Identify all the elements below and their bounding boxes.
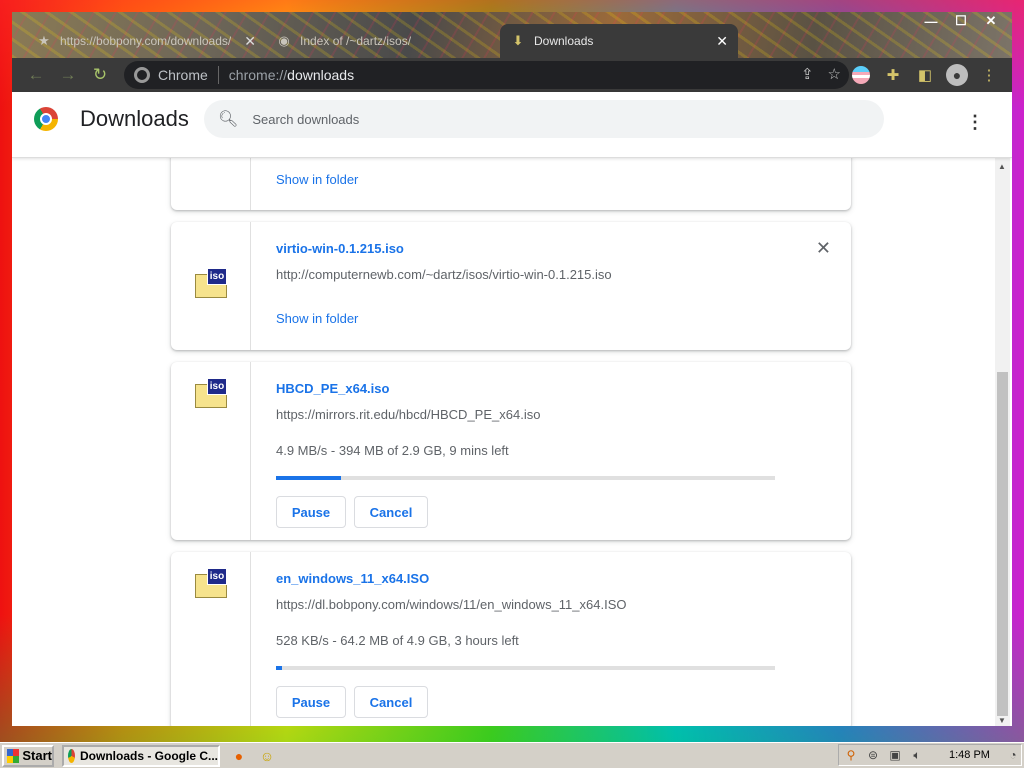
- bookmark-star-icon: ★: [38, 33, 50, 48]
- chrome-site-icon: [134, 67, 150, 83]
- url-scheme: chrome://: [228, 67, 288, 83]
- tab-close-icon[interactable]: ✕: [716, 33, 728, 50]
- download-progress-bar: [276, 476, 775, 480]
- pause-button[interactable]: Pause: [276, 686, 346, 718]
- iso-file-icon: iso: [195, 268, 227, 298]
- extensions-puzzle-icon[interactable]: ✚: [882, 61, 904, 89]
- download-progress-fill: [276, 666, 283, 670]
- scroll-down-arrow-icon[interactable]: ▼: [998, 716, 1006, 725]
- chrome-logo-icon: [34, 107, 58, 131]
- download-card-partial: Show in folder: [171, 158, 851, 210]
- scroll-up-arrow-icon[interactable]: ▲: [998, 162, 1006, 171]
- tab-index-isos[interactable]: ◉ Index of /~dartz/isos/: [266, 24, 500, 58]
- search-icon: 🔍︎: [218, 111, 239, 128]
- profile-avatar-icon[interactable]: ●: [946, 64, 968, 86]
- system-tray: ⚲ ⊜ ▣ 🔈︎ 1:48 PM ◔: [838, 744, 1022, 766]
- tab-downloads[interactable]: ⬇ Downloads ✕: [500, 24, 738, 58]
- show-in-folder-link[interactable]: Show in folder: [276, 311, 358, 326]
- download-status: 4.9 MB/s - 394 MB of 2.9 GB, 9 mins left: [276, 443, 509, 458]
- scrollbar-thumb[interactable]: [997, 372, 1008, 716]
- flag-extension-icon[interactable]: [850, 61, 872, 89]
- download-filename-link[interactable]: HBCD_PE_x64.iso: [276, 381, 389, 396]
- close-button[interactable]: ✕: [976, 12, 1006, 30]
- windows-logo-icon: [7, 748, 20, 763]
- search-tray-icon[interactable]: ⚲: [843, 747, 859, 763]
- address-bar[interactable]: Chrome chrome:// downloads ⇪ ☆: [124, 61, 849, 89]
- download-card: iso virtio-win-0.1.215.iso ✕ http://comp…: [171, 222, 851, 350]
- chrome-menu-icon[interactable]: ⋮: [978, 61, 1000, 89]
- chrome-window: ★ https://bobpony.com/downloads/ ✕ ◉ Ind…: [12, 12, 1012, 726]
- clock: 1:48 PM: [949, 749, 990, 761]
- taskbar-item-chrome[interactable]: Downloads - Google C...: [62, 744, 220, 767]
- share-icon[interactable]: ⇪: [801, 65, 814, 83]
- download-card: iso HBCD_PE_x64.iso https://mirrors.rit.…: [171, 362, 851, 540]
- download-icon: ⬇: [512, 33, 524, 48]
- bookmark-star-icon[interactable]: ☆: [828, 65, 841, 83]
- iso-file-icon: iso: [195, 568, 227, 598]
- remove-close-icon[interactable]: ✕: [816, 238, 831, 259]
- globe-icon: ◉: [278, 33, 290, 48]
- chrome-icon: [68, 748, 75, 763]
- download-url[interactable]: http://computernewb.com/~dartz/isos/virt…: [276, 267, 612, 282]
- download-status: 528 KB/s - 64.2 MB of 4.9 GB, 3 hours le…: [276, 633, 519, 648]
- download-card: iso en_windows_11_x64.ISO https://dl.bob…: [171, 552, 851, 726]
- download-progress-fill: [276, 476, 341, 480]
- show-in-folder-link[interactable]: Show in folder: [276, 172, 358, 187]
- cancel-button[interactable]: Cancel: [354, 496, 428, 528]
- browser-toolbar: ← → ↻ Chrome chrome:// downloads ⇪ ☆ ✚ ◧…: [12, 58, 1012, 92]
- more-actions-icon[interactable]: ⋮: [966, 112, 984, 133]
- window-controls: — ☐ ✕: [916, 12, 1006, 30]
- url-host: downloads: [287, 67, 355, 83]
- forward-button[interactable]: →: [52, 61, 84, 89]
- tab-close-icon[interactable]: ✕: [244, 33, 256, 50]
- vertical-scrollbar[interactable]: ▲ ▼: [995, 158, 1010, 726]
- search-input[interactable]: [252, 111, 853, 127]
- download-url[interactable]: https://mirrors.rit.edu/hbcd/HBCD_PE_x64…: [276, 407, 540, 422]
- messenger-icon[interactable]: ☺: [258, 747, 276, 765]
- tab-strip: ★ https://bobpony.com/downloads/ ✕ ◉ Ind…: [12, 12, 1012, 58]
- reload-button[interactable]: ↻: [84, 61, 116, 89]
- downloads-list: Show in folder iso virtio-win-0.1.215.is…: [12, 158, 1012, 726]
- computer-icon[interactable]: ▣: [887, 747, 903, 763]
- downloads-header: Downloads 🔍︎ ⋮: [12, 92, 1012, 158]
- search-downloads-box[interactable]: 🔍︎: [204, 100, 884, 138]
- cancel-button[interactable]: Cancel: [354, 686, 428, 718]
- tab-bobpony[interactable]: ★ https://bobpony.com/downloads/ ✕: [26, 24, 266, 58]
- volume-icon[interactable]: 🔈︎: [909, 747, 925, 763]
- notification-icon[interactable]: ◔: [1005, 747, 1021, 763]
- taskbar: Start Downloads - Google C... ● ☺ ⚲ ⊜ ▣ …: [0, 742, 1024, 768]
- network-icon[interactable]: ⊜: [865, 747, 881, 763]
- download-progress-bar: [276, 666, 775, 670]
- firefox-icon[interactable]: ●: [230, 747, 248, 765]
- iso-file-icon: iso: [195, 378, 227, 408]
- download-url[interactable]: https://dl.bobpony.com/windows/11/en_win…: [276, 597, 627, 612]
- back-button[interactable]: ←: [20, 61, 52, 89]
- minimize-button[interactable]: —: [916, 12, 946, 30]
- pause-button[interactable]: Pause: [276, 496, 346, 528]
- download-filename-link[interactable]: virtio-win-0.1.215.iso: [276, 241, 404, 256]
- omnibox-chip: Chrome: [158, 67, 208, 83]
- side-panel-icon[interactable]: ◧: [914, 61, 936, 89]
- download-filename-link[interactable]: en_windows_11_x64.ISO: [276, 571, 429, 586]
- start-button[interactable]: Start: [2, 744, 54, 767]
- page-title: Downloads: [80, 106, 189, 131]
- maximize-button[interactable]: ☐: [946, 12, 976, 30]
